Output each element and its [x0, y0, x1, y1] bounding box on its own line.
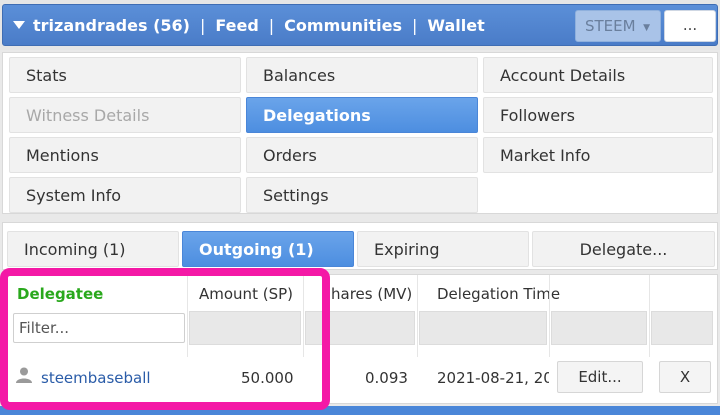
tab-outgoing[interactable]: Outgoing (1) [182, 231, 354, 267]
top-navigation-bar: trizandrades (56) | Feed | Communities |… [0, 0, 720, 50]
time-filter-cell [419, 311, 547, 345]
remove-delegation-button[interactable]: X [659, 361, 711, 393]
currency-select[interactable]: STEEM ▼ [575, 10, 661, 42]
delegatee-link[interactable]: steembaseball [41, 369, 151, 387]
amount-filter-cell [189, 311, 301, 345]
column-header-amount[interactable]: Amount (SP) [199, 285, 293, 307]
column-header-delegatee[interactable]: Delegatee [17, 285, 103, 307]
column-header-shares[interactable]: hares (MV) [331, 285, 412, 307]
menu-item-market-info[interactable]: Market Info [483, 137, 713, 173]
tab-incoming[interactable]: Incoming (1) [7, 231, 179, 267]
top-navigation-inner: trizandrades (56) | Feed | Communities |… [2, 4, 718, 46]
bottom-strip [0, 406, 720, 415]
menu-item-delegations[interactable]: Delegations [246, 97, 478, 133]
column-divider [649, 275, 650, 357]
account-link[interactable]: trizandrades (56) [33, 16, 190, 35]
delegation-tabs: Incoming (1) Outgoing (1) Expiring Deleg… [2, 222, 718, 270]
nav-separator: | [412, 15, 418, 35]
tab-delegate[interactable]: Delegate... [532, 231, 715, 267]
menu-item-followers[interactable]: Followers [483, 97, 713, 133]
menu-item-mentions[interactable]: Mentions [9, 137, 241, 173]
column-divider [417, 275, 418, 357]
menu-item-orders[interactable]: Orders [246, 137, 478, 173]
amount-value: 50.000 [241, 369, 294, 387]
column-divider [549, 275, 550, 357]
tab-expiring[interactable]: Expiring [357, 231, 529, 267]
nav-link-wallet[interactable]: Wallet [427, 16, 484, 35]
column-header-delegation-time[interactable]: Delegation Time [437, 285, 560, 307]
menu-item-settings[interactable]: Settings [246, 177, 478, 213]
more-button[interactable]: ... [664, 10, 716, 42]
nav-link-communities[interactable]: Communities [284, 16, 402, 35]
user-icon [16, 367, 32, 383]
delegatee-filter-input[interactable] [13, 313, 185, 343]
nav-separator: | [268, 15, 275, 35]
nav-link-feed[interactable]: Feed [215, 16, 258, 35]
action-filter-cell [551, 311, 647, 345]
edit-delegation-button[interactable]: Edit... [557, 361, 643, 393]
menu-item-system-info[interactable]: System Info [9, 177, 241, 213]
menu-item-account-details[interactable]: Account Details [483, 57, 713, 93]
shares-value: 0.093 [365, 369, 408, 387]
shares-filter-cell [305, 311, 415, 345]
wallet-menu-grid: Stats Balances Account Details Witness D… [2, 52, 718, 214]
currency-select-value: STEEM [585, 17, 636, 35]
action-filter-cell [651, 311, 713, 345]
select-caret-icon: ▼ [643, 23, 650, 33]
caret-down-icon[interactable] [13, 21, 25, 29]
delegations-table: Delegatee Amount (SP) hares (MV) Delegat… [2, 274, 718, 404]
delegation-time-value: 2021-08-21, 20 [437, 369, 549, 387]
menu-item-stats[interactable]: Stats [9, 57, 241, 93]
menu-item-balances[interactable]: Balances [246, 57, 478, 93]
menu-item-witness-details: Witness Details [9, 97, 241, 133]
nav-separator: | [199, 15, 206, 35]
table-row: steembaseball 50.000 0.093 2021-08-21, 2… [3, 357, 719, 399]
column-divider [303, 275, 304, 357]
column-divider [187, 275, 188, 357]
